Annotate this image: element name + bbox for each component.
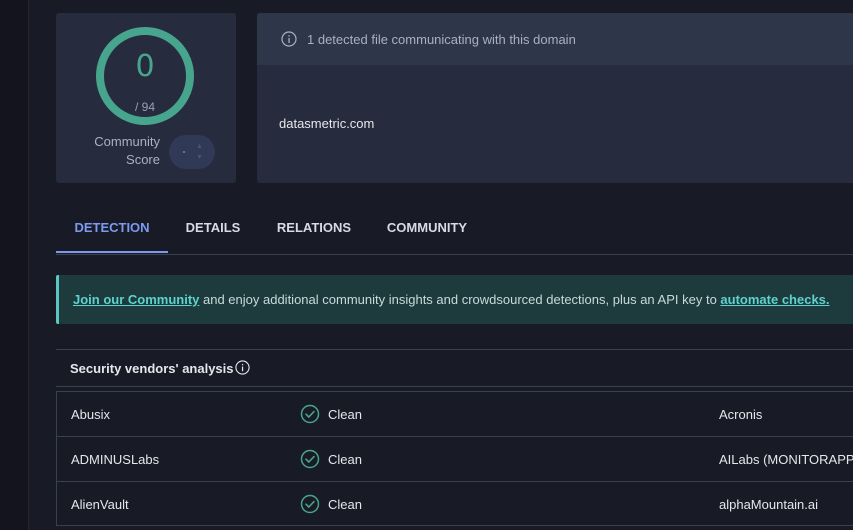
detection-score: 0 — [135, 49, 155, 84]
vendor-status: Clean — [328, 407, 362, 422]
detection-notice-text[interactable]: 1 detected file communicating with this … — [307, 32, 576, 47]
detection-notice: 1 detected file communicating with this … — [257, 13, 853, 65]
tab-details[interactable]: DETAILS — [178, 213, 248, 253]
community-vote-control[interactable]: ▲ ▼ — [169, 135, 215, 169]
detection-total: / 94 — [134, 100, 155, 114]
security-vendors-header: Security vendors' analysis — [56, 349, 853, 387]
vendor-status: Clean — [328, 452, 362, 467]
vendor-status: Clean — [328, 497, 362, 512]
community-banner: Join our Community and enjoy additional … — [56, 275, 853, 324]
vendor-name: ADMINUSLabs — [71, 452, 160, 467]
community-score-label: Community Score — [94, 134, 160, 167]
domain-card: 1 detected file communicating with this … — [257, 13, 853, 183]
chevron-up-icon[interactable]: ▲ — [196, 143, 203, 150]
vendor-name: AlienVault — [71, 497, 129, 512]
chevron-down-icon[interactable]: ▼ — [196, 154, 203, 161]
join-community-link[interactable]: Join our Community — [73, 292, 199, 307]
info-icon — [281, 31, 297, 47]
tab-bar: DETECTION DETAILS RELATIONS COMMUNITY — [56, 213, 853, 255]
vendor-name: Abusix — [71, 407, 111, 422]
info-icon[interactable] — [235, 360, 250, 375]
vendor-table: Abusix Clean Acronis ADMINUSLabs Clean A… — [56, 391, 853, 526]
check-circle-icon — [300, 404, 320, 424]
table-row: ADMINUSLabs Clean AILabs (MONITORAPP) — [56, 436, 853, 481]
vendor-name: AILabs (MONITORAPP) — [719, 452, 853, 467]
table-row: AlienVault Clean alphaMountain.ai — [56, 481, 853, 526]
tab-community[interactable]: COMMUNITY — [380, 213, 474, 253]
left-rail — [0, 0, 29, 530]
tab-relations[interactable]: RELATIONS — [270, 213, 358, 253]
banner-text: Join our Community and enjoy additional … — [73, 292, 830, 307]
check-circle-icon — [300, 494, 320, 514]
automate-checks-link[interactable]: automate checks. — [720, 292, 829, 307]
vote-indicator — [183, 151, 185, 153]
vendor-name: alphaMountain.ai — [719, 497, 819, 512]
vendor-name: Acronis — [719, 407, 763, 422]
tab-detection[interactable]: DETECTION — [56, 213, 168, 253]
section-title: Security vendors' analysis — [70, 361, 234, 376]
score-card: 0 / 94 Community Score ▲ ▼ — [56, 13, 236, 183]
banner-message: and enjoy additional community insights … — [199, 292, 721, 307]
check-circle-icon — [300, 449, 320, 469]
domain-name: datasmetric.com — [279, 116, 375, 131]
table-row: Abusix Clean Acronis — [56, 391, 853, 436]
